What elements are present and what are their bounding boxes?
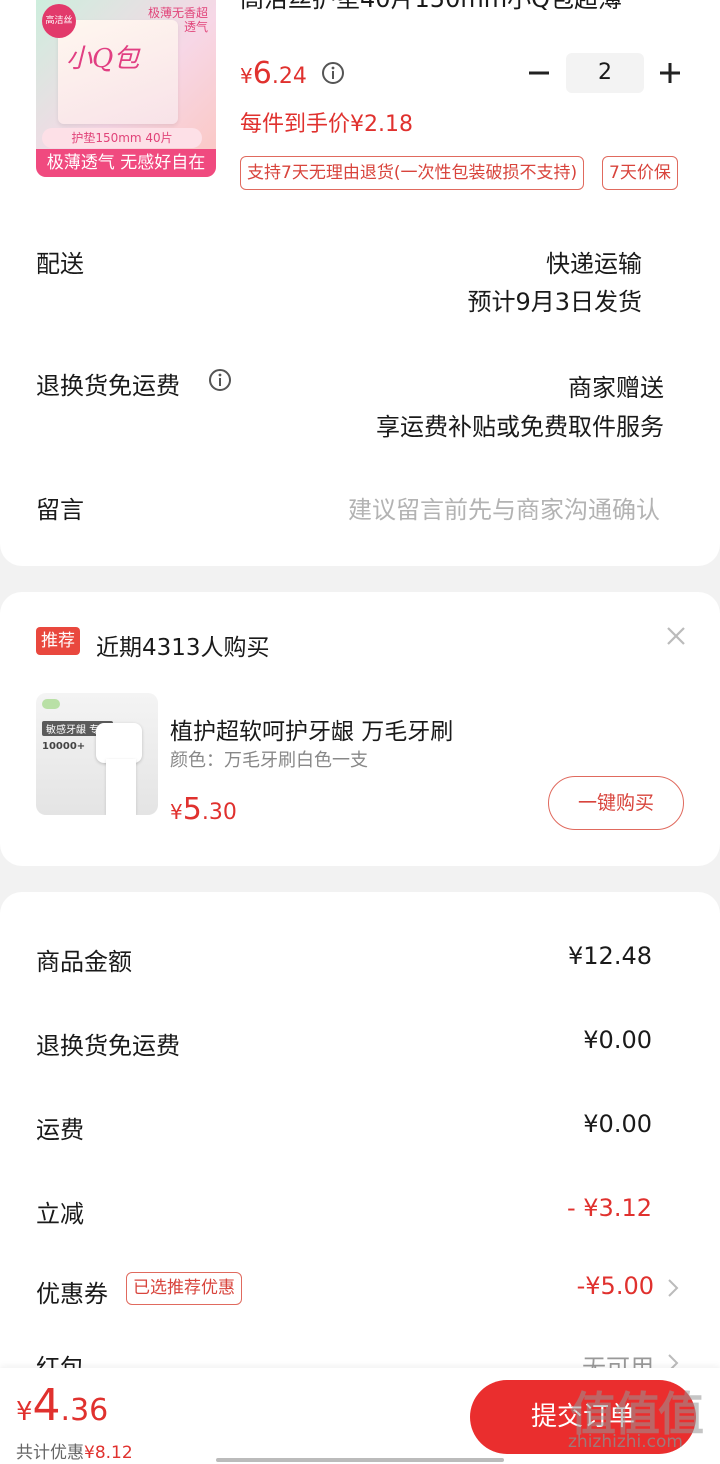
recommend-badge: 推荐 <box>36 627 80 655</box>
delivery-label: 配送 <box>36 250 84 278</box>
chevron-right-icon[interactable] <box>666 1277 680 1299</box>
delivery-method[interactable]: 快递运输 <box>546 244 642 279</box>
recommend-variant: 颜色：万毛牙刷白色一支 <box>170 750 368 771</box>
watermark-url: zhizhizhi.com <box>568 1432 683 1452</box>
return-policy-tag: 支持7天无理由退货(一次性包装破损不支持) <box>240 156 585 190</box>
rec-price-decimal: .30 <box>201 800 237 825</box>
rec-price-symbol: ¥ <box>170 800 183 824</box>
brush-image-count: 10000+ <box>42 741 86 752</box>
pack-top-tag: 极薄无香超透气 <box>147 6 208 34</box>
total-saving: 共计优惠¥8.12 <box>16 1438 133 1463</box>
summary-label-goods: 商品金额 <box>36 948 132 976</box>
one-click-buy-button[interactable]: 一键购买 <box>548 776 684 830</box>
price-info-icon[interactable] <box>320 60 346 86</box>
summary-label-discount: 立减 <box>36 1200 84 1228</box>
home-indicator[interactable] <box>216 1458 504 1462</box>
return-shipping-info-icon[interactable] <box>207 367 233 393</box>
recommend-headline: 近期4313人购买 <box>96 635 270 661</box>
saving-label: 共计优惠 <box>16 1443 84 1463</box>
saving-value: ¥8.12 <box>84 1443 133 1463</box>
recommend-product-name[interactable]: 植护超软呵护牙龈 万毛牙刷 <box>170 712 453 746</box>
summary-label-return: 退换货免运费 <box>36 1032 180 1060</box>
pack-slogan: 极薄透气 无感好自在 <box>36 149 216 177</box>
summary-value-shipping: ¥0.00 <box>583 1110 652 1138</box>
return-shipping-desc: 享运费补贴或免费取件服务 <box>376 413 664 441</box>
price-decimal: .24 <box>271 64 307 89</box>
message-input[interactable]: 建议留言前先与商家沟通确认 <box>348 490 660 525</box>
per-item-price: 每件到手价¥2.18 <box>240 112 413 137</box>
quantity-input[interactable]: 2 <box>566 53 644 93</box>
return-shipping-value: 商家赠送 <box>568 374 664 402</box>
product-price: ¥6.24 <box>240 56 307 91</box>
brush-head <box>96 723 142 763</box>
summary-value-discount: - ¥3.12 <box>567 1194 652 1222</box>
message-label: 留言 <box>36 496 84 524</box>
pack-spec: 护垫150mm 40片 <box>42 128 202 148</box>
total-symbol: ¥ <box>16 1397 33 1427</box>
plus-icon[interactable] <box>657 60 683 86</box>
rec-price-integer: 5 <box>182 792 202 827</box>
minus-icon[interactable] <box>526 60 552 86</box>
coupon-recommend-tag[interactable]: 已选推荐优惠 <box>126 1272 242 1305</box>
total-integer: 4 <box>32 1380 61 1431</box>
summary-value-goods: ¥12.48 <box>568 942 652 970</box>
total-decimal: .36 <box>60 1393 109 1428</box>
toothbrush-image[interactable]: 敏感牙龈 专用 10000+ <box>36 693 158 815</box>
product-title[interactable]: 高洁丝护垫40片150mm小Q包超薄 <box>240 0 660 20</box>
total-price: ¥4.36 <box>16 1380 108 1431</box>
price-symbol: ¥ <box>240 64 253 88</box>
brand-logo: 高洁丝 <box>42 4 76 38</box>
delivery-eta: 预计9月3日发货 <box>467 288 642 316</box>
price-integer: 6 <box>252 56 272 91</box>
return-shipping-label: 退换货免运费 <box>36 372 180 400</box>
recommend-price: ¥5.30 <box>170 792 237 827</box>
brush-leaf-icon <box>42 699 60 709</box>
summary-value-return: ¥0.00 <box>583 1026 652 1054</box>
price-protect-tag: 7天价保 <box>602 156 678 190</box>
summary-label-shipping: 运费 <box>36 1116 84 1144</box>
close-icon[interactable] <box>664 624 688 648</box>
order-item-card: 高洁丝 极薄无香超透气 小Q包 护垫150mm 40片 极薄透气 无感好自在 高… <box>0 0 720 566</box>
brush-handle <box>106 759 136 815</box>
summary-label-coupon: 优惠券 <box>36 1280 108 1308</box>
product-thumbnail[interactable]: 高洁丝 极薄无香超透气 小Q包 护垫150mm 40片 极薄透气 无感好自在 <box>36 0 216 177</box>
pack-name: 小Q包 <box>66 44 140 74</box>
summary-value-coupon[interactable]: -¥5.00 <box>577 1272 654 1300</box>
